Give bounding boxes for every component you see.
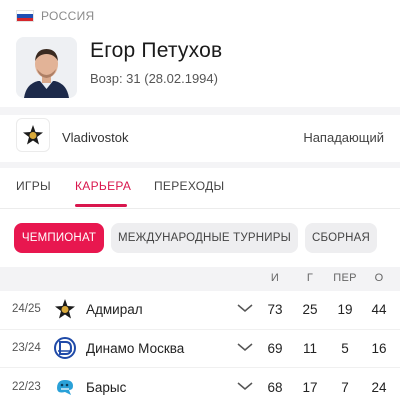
row-divider [0,367,400,368]
games-value: 68 [267,380,283,395]
points-value: 16 [371,341,387,356]
column-assists: ПЕР [333,272,357,284]
table-row[interactable]: 22/23 Барыс 68 17 7 24 [0,370,400,406]
country-name: РОССИЯ [41,9,95,23]
column-goals: Г [306,272,314,284]
club-name[interactable]: Динамо Москва [86,341,184,356]
season: 22/23 [12,381,41,393]
stats-table-header: И Г ПЕР О [0,267,400,291]
club-name[interactable]: Адмирал [86,302,143,317]
points-value: 44 [371,302,387,317]
chevron-down-icon[interactable] [236,302,254,314]
barys-logo-icon [57,380,73,395]
row-divider [0,329,400,330]
assists-value: 19 [337,302,353,317]
player-position: Нападающий [303,130,384,145]
goals-value: 11 [302,341,317,356]
games-value: 73 [267,302,283,317]
pill-national-team[interactable]: СБОРНАЯ [305,223,377,253]
chevron-down-icon[interactable] [236,341,254,353]
tabs-divider [0,208,400,209]
active-tab-indicator [75,204,127,207]
team-badge [16,118,50,152]
assists-value: 5 [341,341,349,356]
chevron-down-icon[interactable] [236,380,254,392]
table-row[interactable]: 23/24 Динамо Москва 69 11 5 16 [0,331,400,367]
season: 24/25 [12,303,41,315]
current-team-row[interactable]: Vladivostok Нападающий [0,118,400,158]
goals-value: 17 [302,380,318,395]
games-value: 69 [267,341,283,356]
tab-transfers[interactable]: ПЕРЕХОДЫ [154,179,224,193]
player-tabs: ИГРЫ КАРЬЕРА ПЕРЕХОДЫ [0,168,400,208]
player-name: Егор Петухов [90,39,223,62]
tab-career[interactable]: КАРЬЕРА [75,179,131,193]
admiral-logo-icon [23,125,43,145]
pill-championship[interactable]: ЧЕМПИОНАТ [14,223,104,253]
dynamo-logo-icon [54,337,76,359]
tab-games[interactable]: ИГРЫ [16,179,51,193]
club-name[interactable]: Барыс [86,380,126,395]
assists-value: 7 [341,380,349,395]
section-divider [0,107,400,115]
admiral-logo-icon [55,299,75,319]
table-row[interactable]: 24/25 Адмирал 73 25 19 44 [0,292,400,328]
player-avatar [16,37,77,98]
player-age: Возр: 31 (28.02.1994) [90,71,218,86]
column-points: О [374,272,384,284]
team-name[interactable]: Vladivostok [62,130,128,145]
points-value: 24 [371,380,387,395]
goals-value: 25 [302,302,318,317]
column-games: И [270,272,280,284]
russia-flag-icon [16,10,34,22]
country-label: РОССИЯ [16,9,95,23]
competition-filter: ЧЕМПИОНАТ МЕЖДУНАРОДНЫЕ ТУРНИРЫ СБОРНАЯ [0,223,400,255]
season: 23/24 [12,342,41,354]
pill-international[interactable]: МЕЖДУНАРОДНЫЕ ТУРНИРЫ [111,223,298,253]
